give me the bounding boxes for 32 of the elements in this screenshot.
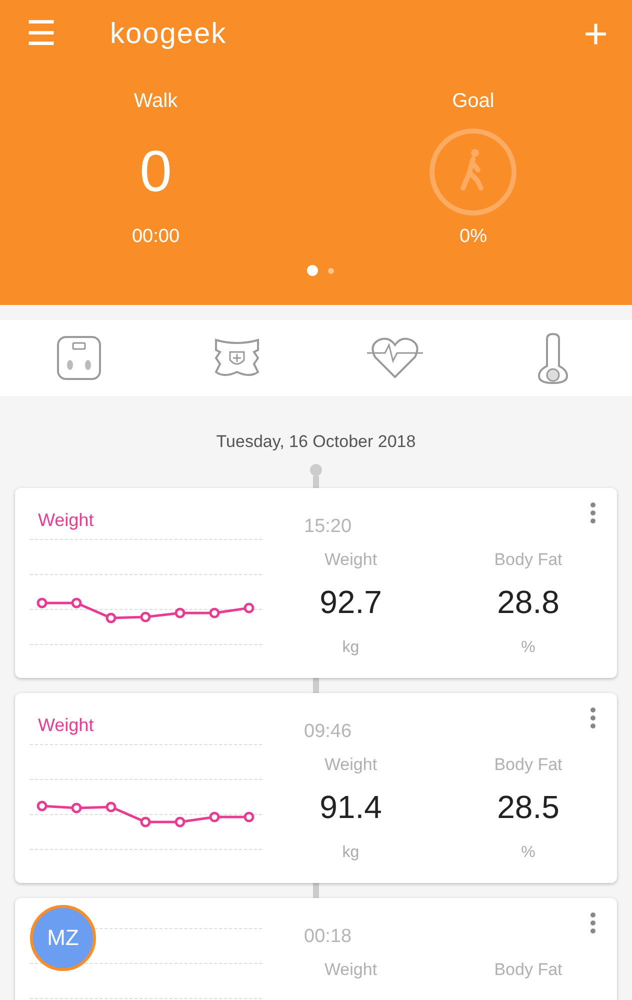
record-card[interactable]: Weight 15:20 Weight 92.7 kg Body Fat 28.8 % <box>15 488 617 678</box>
add-icon[interactable]: + <box>583 13 608 55</box>
metric-label: Body Fat <box>494 755 562 775</box>
metric-label: Weight <box>324 960 378 980</box>
metric-unit: kg <box>342 844 360 862</box>
record-card[interactable]: 00:18 Weight Body Fat MZ <box>15 898 617 1000</box>
user-avatar[interactable]: MZ <box>30 905 96 971</box>
walk-label: Walk <box>134 90 178 114</box>
metric-label: Body Fat <box>494 960 562 980</box>
menu-icon[interactable]: ☰ <box>26 17 110 51</box>
date-heading: Tuesday, 16 October 2018 <box>215 432 417 452</box>
metric-value: 28.5 <box>497 789 560 826</box>
walk-time: 00:00 <box>132 226 180 248</box>
goal-label: Goal <box>452 90 494 114</box>
metric-label: Body Fat <box>494 550 562 570</box>
record-time: 09:46 <box>304 721 353 743</box>
record-time: 15:20 <box>304 516 353 538</box>
metric-unit: kg <box>342 639 360 657</box>
metric-label: Weight <box>324 550 378 570</box>
metric-value: 28.8 <box>497 584 560 621</box>
card-title: Weight <box>38 715 95 736</box>
record-time: 00:18 <box>304 926 353 948</box>
metric-unit: % <box>521 639 536 657</box>
logo: koogeek <box>110 18 228 50</box>
record-card[interactable]: Weight 09:46 Weight 91.4 kg Body Fat 28.5 % <box>15 693 617 883</box>
card-title: Weight <box>38 510 95 531</box>
metric-value: 92.7 <box>320 584 382 621</box>
metric-value: 91.4 <box>320 789 382 826</box>
step-count: 0 <box>140 138 172 206</box>
goal-percent: 0% <box>460 226 487 248</box>
metric-label: Weight <box>324 755 378 775</box>
metric-unit: % <box>521 844 536 862</box>
